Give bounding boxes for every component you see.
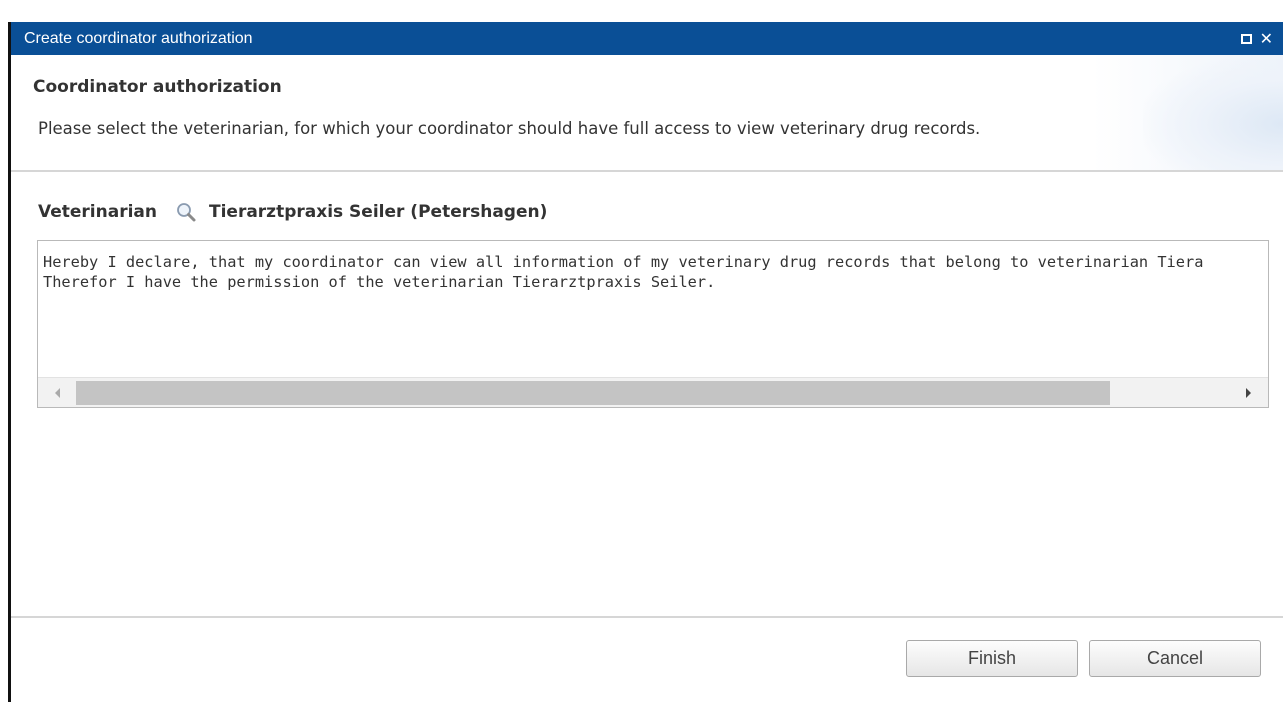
footer-divider xyxy=(11,616,1283,618)
horizontal-scrollbar[interactable] xyxy=(38,377,1268,407)
cancel-button[interactable]: Cancel xyxy=(1089,640,1261,677)
header-title: Coordinator authorization xyxy=(33,77,282,97)
scroll-left-icon[interactable] xyxy=(55,388,60,398)
declaration-text: Hereby I declare, that my coordinator ca… xyxy=(43,252,1268,292)
veterinarian-value: Tierarztpraxis Seiler (Petershagen) xyxy=(208,202,548,222)
close-icon[interactable]: ✕ xyxy=(1260,30,1273,46)
create-coordinator-authorization-dialog: Create coordinator authorization ✕ Coord… xyxy=(8,22,1283,702)
dialog-header: Coordinator authorization Please select … xyxy=(11,55,1283,172)
scroll-gutter xyxy=(1254,241,1268,379)
scrollbar-thumb[interactable] xyxy=(76,381,1110,405)
header-description: Please select the veterinarian, for whic… xyxy=(38,119,981,138)
maximize-icon[interactable] xyxy=(1240,33,1252,44)
finish-button[interactable]: Finish xyxy=(906,640,1078,677)
window-controls: ✕ xyxy=(1240,30,1273,46)
declaration-textarea[interactable]: Hereby I declare, that my coordinator ca… xyxy=(37,240,1269,408)
dialog-titlebar[interactable]: Create coordinator authorization ✕ xyxy=(11,22,1283,55)
search-icon[interactable] xyxy=(175,201,197,223)
declaration-line-2: Therefor I have the permission of the ve… xyxy=(43,273,716,291)
header-decoration xyxy=(1143,55,1283,170)
dialog-title: Create coordinator authorization xyxy=(24,29,253,47)
veterinarian-label: Veterinarian xyxy=(38,202,157,222)
scroll-right-icon[interactable] xyxy=(1246,388,1251,398)
veterinarian-row: Veterinarian Tierarztpraxis Seiler (Pete… xyxy=(38,199,547,225)
declaration-line-1: Hereby I declare, that my coordinator ca… xyxy=(43,253,1204,271)
